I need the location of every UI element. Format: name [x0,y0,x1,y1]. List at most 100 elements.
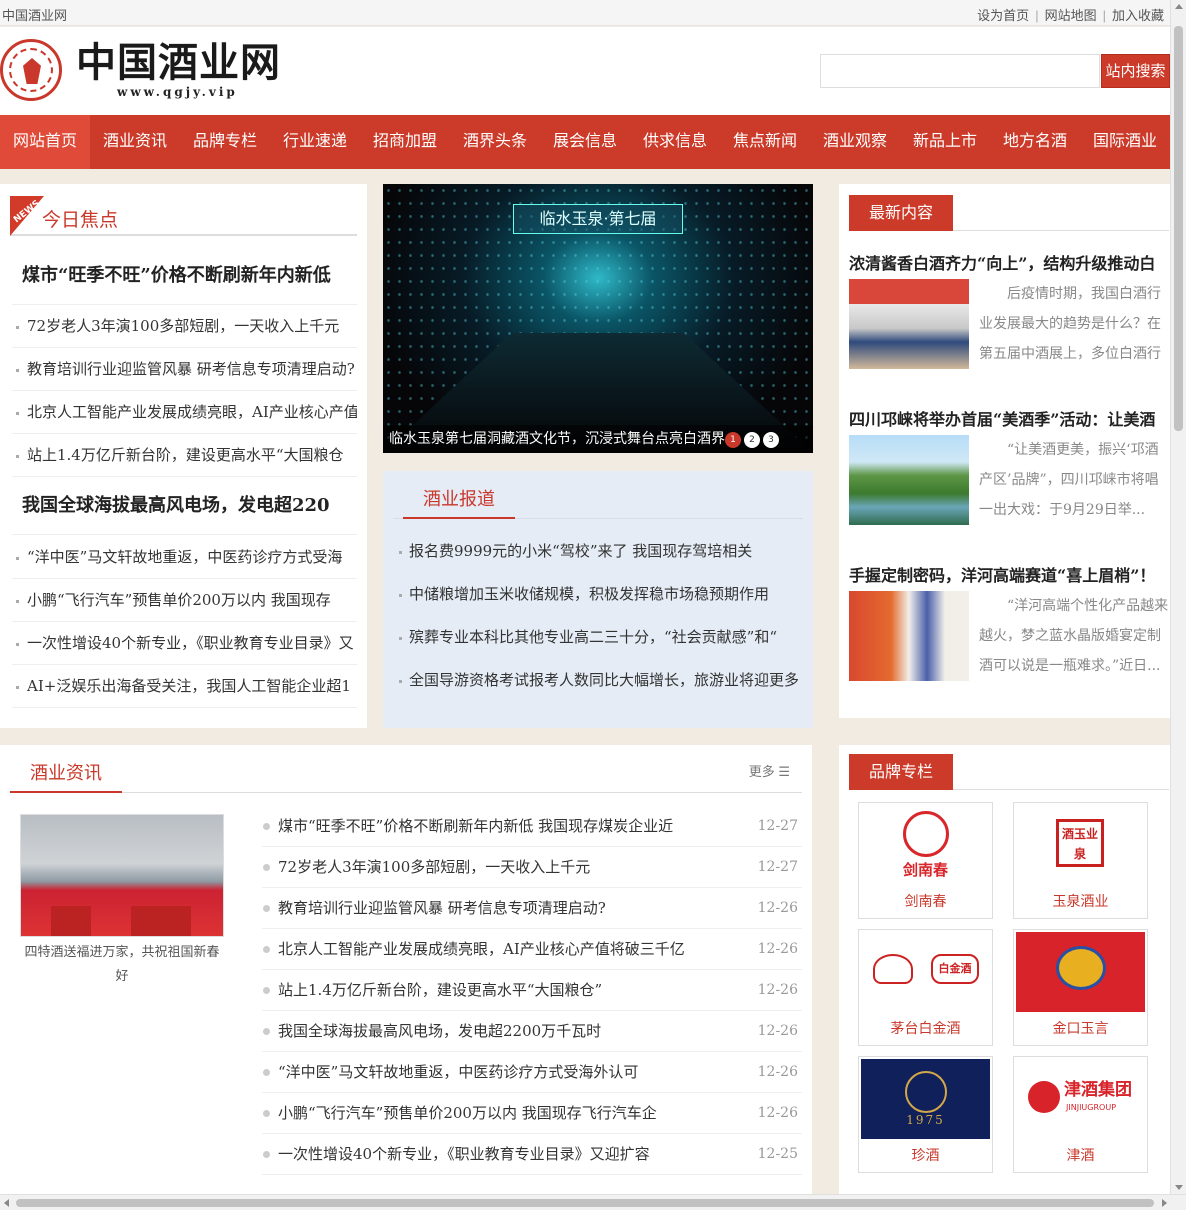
news-photo-caption[interactable]: 四特酒送福进万家，共祝祖国新春好 [20,941,224,989]
latest-item-desc: “洋河高端个性化产品越来越火，梦之蓝水晶版婚宴定制酒可以说是一瓶难求。”近日..… [979,598,1169,674]
horizontal-scrollbar[interactable] [0,1194,1186,1210]
list-item[interactable]: 全国导游资格考试报考人数同比大幅增长，旅游业将迎更多 [393,659,803,702]
latest-item-thumb[interactable] [849,435,969,525]
brand-card[interactable]: 剑南春 剑南春 [858,802,993,919]
nav-item[interactable]: 品牌专栏 [180,115,270,169]
nav-item[interactable]: 供求信息 [630,115,720,169]
news-photo[interactable] [20,814,224,937]
list-item[interactable]: 72岁老人3年演100多部短剧，一天收入上千元 [12,305,357,348]
news-item-date: 12-26 [757,1064,798,1080]
scroll-left-icon[interactable] [4,1199,9,1207]
table-row[interactable]: 一次性增设40个新专业，《职业教育专业目录》又迎扩容 12-25 [262,1134,802,1175]
scroll-down-icon[interactable] [1175,1185,1183,1190]
brand-name[interactable]: 津酒 [1014,1145,1147,1165]
table-row[interactable]: 72岁老人3年演100多部短剧，一天收入上千元 12-27 [262,847,802,888]
nav-item[interactable]: 酒界头条 [450,115,540,169]
scroll-right-icon[interactable] [1162,1199,1167,1207]
logo-mark [873,954,913,984]
search-input[interactable] [820,54,1100,88]
search-button[interactable]: 站内搜索 [1101,54,1170,88]
table-row[interactable]: 煤市“旺季不旺”价格不断刷新年内新低 我国现存煤炭企业近 12-27 [262,806,802,847]
latest-item-thumb[interactable] [849,279,969,369]
nav-item[interactable]: 国际酒业 [1080,115,1170,169]
nav-item[interactable]: 酒业资讯 [90,115,180,169]
scrollbar-thumb[interactable] [16,1199,1154,1207]
news-item-title[interactable]: 小鹏“飞行汽车”预售单价200万以内 我国现存飞行汽车企 [278,1093,738,1134]
latest-item-thumb[interactable] [849,591,969,681]
table-row[interactable]: 我国全球海拔最高风电场，发电超2200万千瓦时 12-26 [262,1011,802,1052]
add-favorite-link[interactable]: 加入收藏 [1112,8,1164,23]
latest-item-title[interactable]: 四川邛崃将举办首届“美酒季”活动：让美酒 [849,406,1169,430]
brand-tab[interactable]: 品牌专栏 [849,754,954,790]
list-item[interactable]: 北京人工智能产业发展成绩亮眼，AI产业核心产值 [12,391,357,434]
brand-logo-text: 白金酒 [931,954,979,984]
table-row[interactable]: 教育培训行业迎监管风暴 研考信息专项清理启动? 12-26 [262,888,802,929]
list-item[interactable]: 报名费9999元的小米“驾校”来了 我国现存驾培相关 [393,530,803,573]
news-item-title[interactable]: 我国全球海拔最高风电场，发电超2200万千瓦时 [278,1011,738,1052]
list-item[interactable]: “洋中医”马文轩故地重返，中医药诊疗方式受海 [12,536,357,579]
brand-card[interactable]: 金口玉言 [1013,929,1148,1046]
nav-item[interactable]: 招商加盟 [360,115,450,169]
latest-panel: 最新内容 浓清酱香白酒齐力“向上”，结构升级推动白 后疫情时期，我国白酒行业发展… [839,184,1170,718]
table-row[interactable]: “洋中医”马文轩故地重返，中医药诊疗方式受海外认可 12-26 [262,1052,802,1093]
news-item-title[interactable]: 煤市“旺季不旺”价格不断刷新年内新低 我国现存煤炭企业近 [278,806,738,847]
nav-item[interactable]: 展会信息 [540,115,630,169]
table-row[interactable]: 小鹏“飞行汽车”预售单价200万以内 我国现存飞行汽车企 12-26 [262,1093,802,1134]
scroll-up-icon[interactable] [1175,4,1183,9]
nav-item[interactable]: 酒业观察 [810,115,900,169]
focus-title: 今日焦点 [42,209,119,231]
brand-name[interactable]: 金口玉言 [1014,1018,1147,1038]
brand-name[interactable]: 珍酒 [859,1145,992,1165]
focus-headline[interactable]: 煤市“旺季不旺”价格不断刷新年内新低 [12,261,357,305]
brand-name[interactable]: 玉泉酒业 [1014,891,1147,911]
focus-headline[interactable]: 我国全球海拔最高风电场，发电超220 [12,491,357,535]
logo-text[interactable]: 中国酒业网 [76,41,281,85]
logo-ring [903,811,949,857]
list-item[interactable]: 一次性增设40个新专业，《职业教育专业目录》又 [12,622,357,665]
news-item-title[interactable]: 一次性增设40个新专业，《职业教育专业目录》又迎扩容 [278,1134,738,1175]
brand-name[interactable]: 剑南春 [859,891,992,911]
set-homepage-link[interactable]: 设为首页 [977,8,1029,23]
nav-item[interactable]: 新品上市 [900,115,990,169]
top-links: 设为首页 | 网站地图 | 加入收藏 [977,8,1164,23]
brand-card[interactable]: 白金酒 茅台白金酒 [858,929,993,1046]
brand-name[interactable]: 茅台白金酒 [859,1018,992,1038]
scrollbar-thumb[interactable] [1174,26,1183,431]
image-slider[interactable]: 临水玉泉·第七届 临水玉泉第七届洞藏酒文化节，沉浸式舞台点亮白酒界 1 2 3 [383,184,813,453]
list-item[interactable]: 殡葬专业本科比其他专业高二三十分，“社会贡献感”和“ [393,616,803,659]
nav-home[interactable]: 网站首页 [0,115,90,169]
news-header: 酒业资讯 更多 ☰ [10,759,802,793]
latest-tab[interactable]: 最新内容 [849,195,954,231]
news-item-title[interactable]: 72岁老人3年演100多部短剧，一天收入上千元 [278,847,738,888]
slider-page-dot[interactable]: 2 [744,432,760,448]
table-row[interactable]: 站上1.4万亿斤新台阶，建设更高水平“大国粮仓” 12-26 [262,970,802,1011]
list-item[interactable]: 中储粮增加玉米收储规模，积极发挥稳市场稳预期作用 [393,573,803,616]
brand-card[interactable]: 1975 珍酒 [858,1056,993,1173]
nav-item[interactable]: 焦点新闻 [720,115,810,169]
list-item[interactable]: 站上1.4万亿斤新台阶，建设更高水平“大国粮仓 [12,434,357,477]
latest-item-title[interactable]: 浓清酱香白酒齐力“向上”，结构升级推动白 [849,250,1169,274]
slider-page-dot[interactable]: 3 [763,432,779,448]
slider-page-dot[interactable]: 1 [725,432,741,448]
list-item[interactable]: AI+泛娱乐出海备受关注，我国人工智能企业超1 [12,665,357,708]
brand-logo-text: 酒玉业泉 [1056,819,1104,867]
sitemap-link[interactable]: 网站地图 [1045,8,1097,23]
nav-item[interactable]: 行业速递 [270,115,360,169]
news-item-title[interactable]: 教育培训行业迎监管风暴 研考信息专项清理启动? [278,888,738,929]
logo-seal-icon[interactable] [0,39,62,101]
slider-pager: 1 2 3 [725,432,779,448]
more-link[interactable]: 更多 ☰ [749,761,790,780]
news-item-title[interactable]: 北京人工智能产业发展成绩亮眼，AI产业核心产值将破三千亿 [278,929,738,970]
list-item[interactable]: 小鹏“飞行汽车”预售单价200万以内 我国现存 [12,579,357,622]
vertical-scrollbar[interactable] [1170,0,1186,1194]
table-row[interactable]: 北京人工智能产业发展成绩亮眼，AI产业核心产值将破三千亿 12-26 [262,929,802,970]
brand-card[interactable]: 酒玉业泉 玉泉酒业 [1013,802,1148,919]
report-header: 酒业报道 [393,485,803,519]
latest-item-title[interactable]: 手握定制密码，洋河高端赛道“喜上眉梢”！ [849,562,1169,586]
nav-item[interactable]: 地方名酒 [990,115,1080,169]
list-item[interactable]: 教育培训行业迎监管风暴 研考信息专项清理启动? [12,348,357,391]
brand-card[interactable]: 津酒集团 JINJIUGROUP 津酒 [1013,1056,1148,1173]
jiannanchun-logo-icon: 剑南春 [861,805,990,885]
news-item-title[interactable]: 站上1.4万亿斤新台阶，建设更高水平“大国粮仓” [278,970,738,1011]
news-item-title[interactable]: “洋中医”马文轩故地重返，中医药诊疗方式受海外认可 [278,1052,738,1093]
